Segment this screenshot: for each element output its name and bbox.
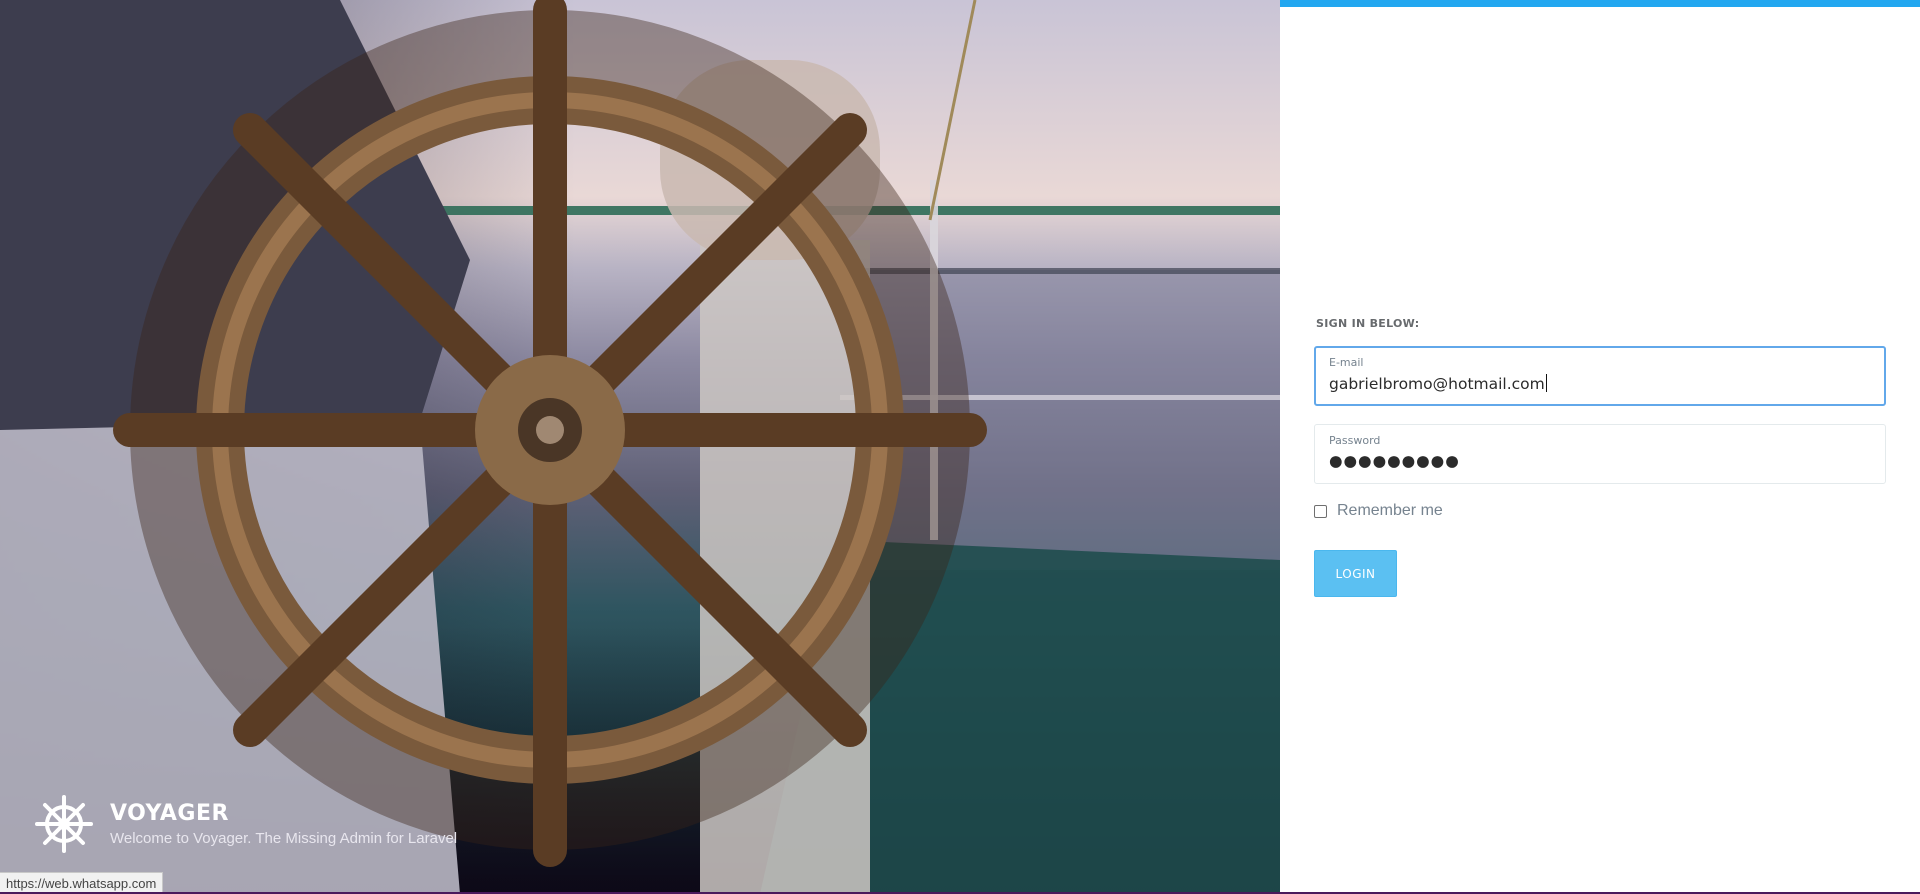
password-input[interactable]: ●●●●●●●●● (1329, 452, 1871, 470)
email-field[interactable]: E-mail gabrielbromo@hotmail.com (1314, 346, 1886, 406)
password-field[interactable]: Password ●●●●●●●●● (1314, 424, 1886, 484)
brand-block: VOYAGER Welcome to Voyager. The Missing … (34, 794, 457, 854)
remember-me-row[interactable]: Remember me (1314, 502, 1886, 520)
login-panel: SIGN IN BELOW: E-mail gabrielbromo@hotma… (1280, 0, 1920, 894)
email-input[interactable]: gabrielbromo@hotmail.com (1329, 374, 1871, 393)
link-status-url: https://web.whatsapp.com (0, 872, 164, 894)
remember-me-label[interactable]: Remember me (1337, 502, 1443, 520)
ship-helm-illustration (0, 0, 1280, 894)
login-button[interactable]: LOGIN (1314, 550, 1397, 597)
ship-wheel-icon (35, 795, 93, 853)
hero-background-image: VOYAGER Welcome to Voyager. The Missing … (0, 0, 1280, 894)
brand-tagline: Welcome to Voyager. The Missing Admin fo… (110, 830, 458, 847)
remember-me-checkbox[interactable] (1314, 504, 1327, 518)
sign-in-heading: SIGN IN BELOW: (1316, 317, 1420, 330)
login-form: SIGN IN BELOW: E-mail gabrielbromo@hotma… (1314, 317, 1886, 597)
accent-top-bar (1280, 0, 1920, 7)
email-label: E-mail (1329, 356, 1364, 369)
text-caret (1545, 374, 1547, 392)
brand-name: VOYAGER (110, 801, 229, 826)
password-label: Password (1329, 434, 1381, 447)
email-value: gabrielbromo@hotmail.com (1329, 375, 1545, 393)
